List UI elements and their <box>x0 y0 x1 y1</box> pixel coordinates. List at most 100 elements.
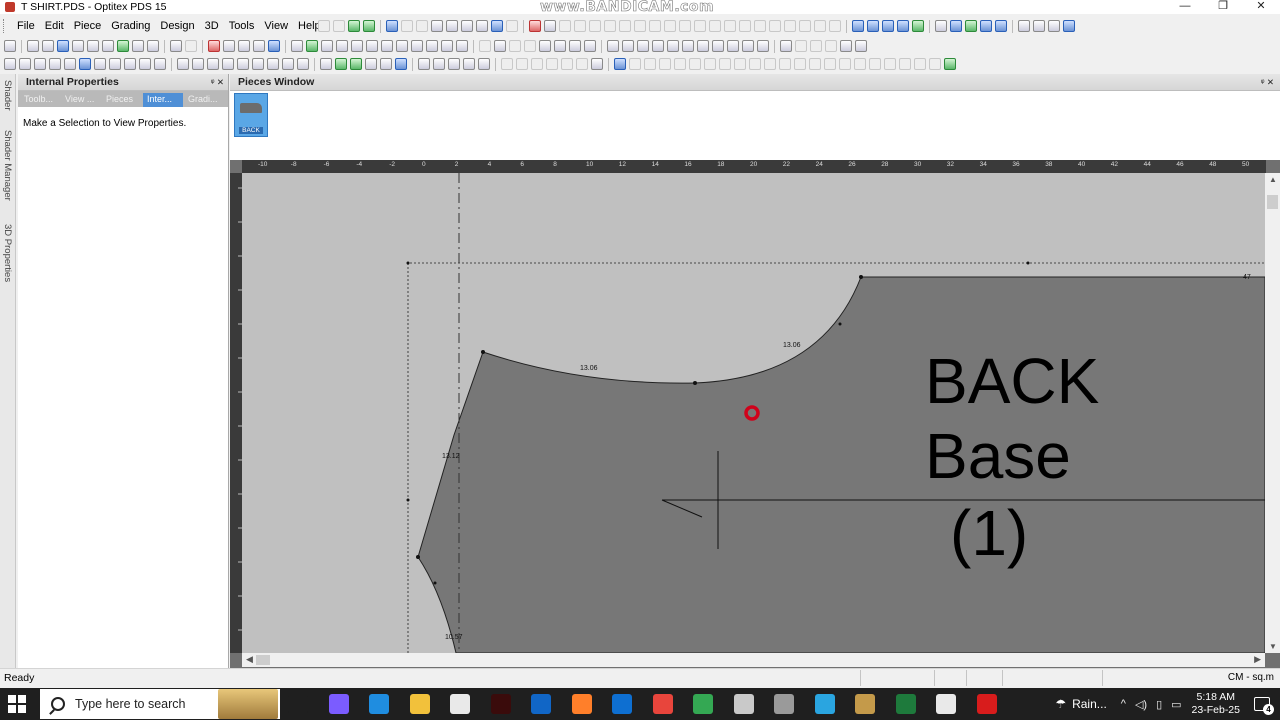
plot-icon[interactable] <box>87 40 99 52</box>
simulate-icon[interactable] <box>965 20 977 32</box>
firefox-icon[interactable] <box>571 694 592 714</box>
parallelogram-icon[interactable] <box>622 40 634 52</box>
copy-icon[interactable] <box>223 40 235 52</box>
tab-view[interactable]: View ... <box>61 93 101 107</box>
file-explorer-icon[interactable] <box>409 694 430 714</box>
weather-widget[interactable]: ☂ Rain... <box>1055 697 1106 711</box>
bell-icon[interactable] <box>448 58 460 70</box>
grade-icon[interactable] <box>306 40 318 52</box>
pin-close-icon[interactable]: ᵠ ✕ <box>1261 77 1274 88</box>
grid-icon[interactable] <box>237 58 249 70</box>
disabled-tool-icon[interactable] <box>784 20 796 32</box>
disabled-tool-icon[interactable] <box>659 58 671 70</box>
line-tool-icon[interactable] <box>494 40 506 52</box>
print-icon[interactable] <box>72 40 84 52</box>
ruler-icon[interactable] <box>291 40 303 52</box>
window-tile-icon[interactable] <box>418 58 430 70</box>
copy-window-icon[interactable] <box>1018 20 1030 32</box>
marker-icon[interactable] <box>780 40 792 52</box>
shape-tool-icon[interactable] <box>476 20 488 32</box>
fit-view-icon[interactable] <box>944 58 956 70</box>
point-tool-icon[interactable] <box>4 58 16 70</box>
disabled-tool-icon[interactable] <box>914 58 926 70</box>
window-icon[interactable] <box>980 20 992 32</box>
layout-icon[interactable] <box>386 20 398 32</box>
chevron-up-icon[interactable]: ^ <box>1121 698 1126 711</box>
mirror-icon[interactable] <box>381 40 393 52</box>
open-file-icon[interactable] <box>42 40 54 52</box>
curve-tool-icon[interactable] <box>461 20 473 32</box>
disabled-tool-icon[interactable] <box>809 58 821 70</box>
zoom-icon[interactable] <box>147 40 159 52</box>
diamond-icon[interactable] <box>652 40 664 52</box>
disabled-tool-icon[interactable] <box>869 58 881 70</box>
search-highlight-image[interactable] <box>218 689 278 719</box>
copy-shape-icon[interactable] <box>320 58 332 70</box>
merge-icon[interactable] <box>426 40 438 52</box>
tab-toolbox[interactable]: Toolb... <box>20 93 60 107</box>
scroll-left-icon[interactable]: ◀ <box>246 654 253 665</box>
save-icon[interactable] <box>57 40 69 52</box>
paint-icon[interactable] <box>733 694 754 714</box>
battery-icon[interactable]: ▯ <box>1156 698 1162 711</box>
layers-icon[interactable] <box>192 58 204 70</box>
disabled-tool-icon[interactable] <box>795 40 807 52</box>
target-icon[interactable] <box>64 58 76 70</box>
clip-icon[interactable] <box>222 58 234 70</box>
gear-icon[interactable] <box>109 58 121 70</box>
windows-start-icon[interactable] <box>8 695 26 713</box>
disabled-tool-icon[interactable] <box>709 20 721 32</box>
disabled-tool-icon[interactable] <box>416 20 428 32</box>
document-icon[interactable] <box>1048 20 1060 32</box>
scroll-up-icon[interactable]: ▲ <box>1269 175 1277 184</box>
disabled-tool-icon[interactable] <box>401 20 413 32</box>
menu-design[interactable]: Design <box>155 20 199 32</box>
trapezoid-icon[interactable] <box>637 40 649 52</box>
flame-icon[interactable] <box>207 58 219 70</box>
disabled-tool-icon[interactable] <box>719 58 731 70</box>
scroll-thumb[interactable] <box>1267 195 1278 209</box>
menu-view[interactable]: View <box>259 20 293 32</box>
list-view-icon[interactable] <box>882 20 894 32</box>
outlook-icon[interactable] <box>531 694 551 714</box>
pencil-icon[interactable] <box>544 20 556 32</box>
disabled-tool-icon[interactable] <box>724 20 736 32</box>
globe-icon[interactable] <box>79 58 91 70</box>
right-triangle-icon[interactable] <box>697 40 709 52</box>
image-icon[interactable] <box>614 58 626 70</box>
store-icon[interactable] <box>450 694 470 714</box>
distribute-icon[interactable] <box>380 58 392 70</box>
oval-icon[interactable] <box>757 40 769 52</box>
refresh-icon[interactable] <box>348 20 360 32</box>
help-icon[interactable] <box>268 40 280 52</box>
piece-tool-icon[interactable] <box>554 40 566 52</box>
user-icon[interactable] <box>935 20 947 32</box>
hexagon-icon[interactable] <box>712 40 724 52</box>
dart-icon[interactable] <box>336 40 348 52</box>
fold-icon[interactable] <box>569 40 581 52</box>
display-icon[interactable] <box>491 20 503 32</box>
ellipse-icon[interactable] <box>742 40 754 52</box>
scroll-thumb[interactable] <box>256 655 270 665</box>
disabled-tool-icon[interactable] <box>779 58 791 70</box>
disabled-tool-icon[interactable] <box>333 20 345 32</box>
keyboard-icon[interactable] <box>774 694 794 714</box>
pleat-icon[interactable] <box>351 40 363 52</box>
rotate-icon[interactable] <box>396 40 408 52</box>
cut-icon[interactable] <box>208 40 220 52</box>
menu-grading[interactable]: Grading <box>106 20 155 32</box>
close-button[interactable]: ✕ <box>1242 0 1280 14</box>
rotate-cw-icon[interactable] <box>335 58 347 70</box>
disabled-tool-icon[interactable] <box>854 58 866 70</box>
measure-icon[interactable] <box>431 20 443 32</box>
disabled-tool-icon[interactable] <box>629 58 641 70</box>
disabled-tool-icon[interactable] <box>884 58 896 70</box>
notifications-icon[interactable]: 4 <box>1254 697 1274 715</box>
disabled-tool-icon[interactable] <box>531 58 543 70</box>
disabled-tool-icon[interactable] <box>649 20 661 32</box>
disabled-tool-icon[interactable] <box>546 58 558 70</box>
disabled-tool-icon[interactable] <box>764 58 776 70</box>
seam-icon[interactable] <box>366 40 378 52</box>
disabled-tool-icon[interactable] <box>509 40 521 52</box>
vertical-scrollbar[interactable]: ▲ ▼ <box>1265 173 1280 653</box>
